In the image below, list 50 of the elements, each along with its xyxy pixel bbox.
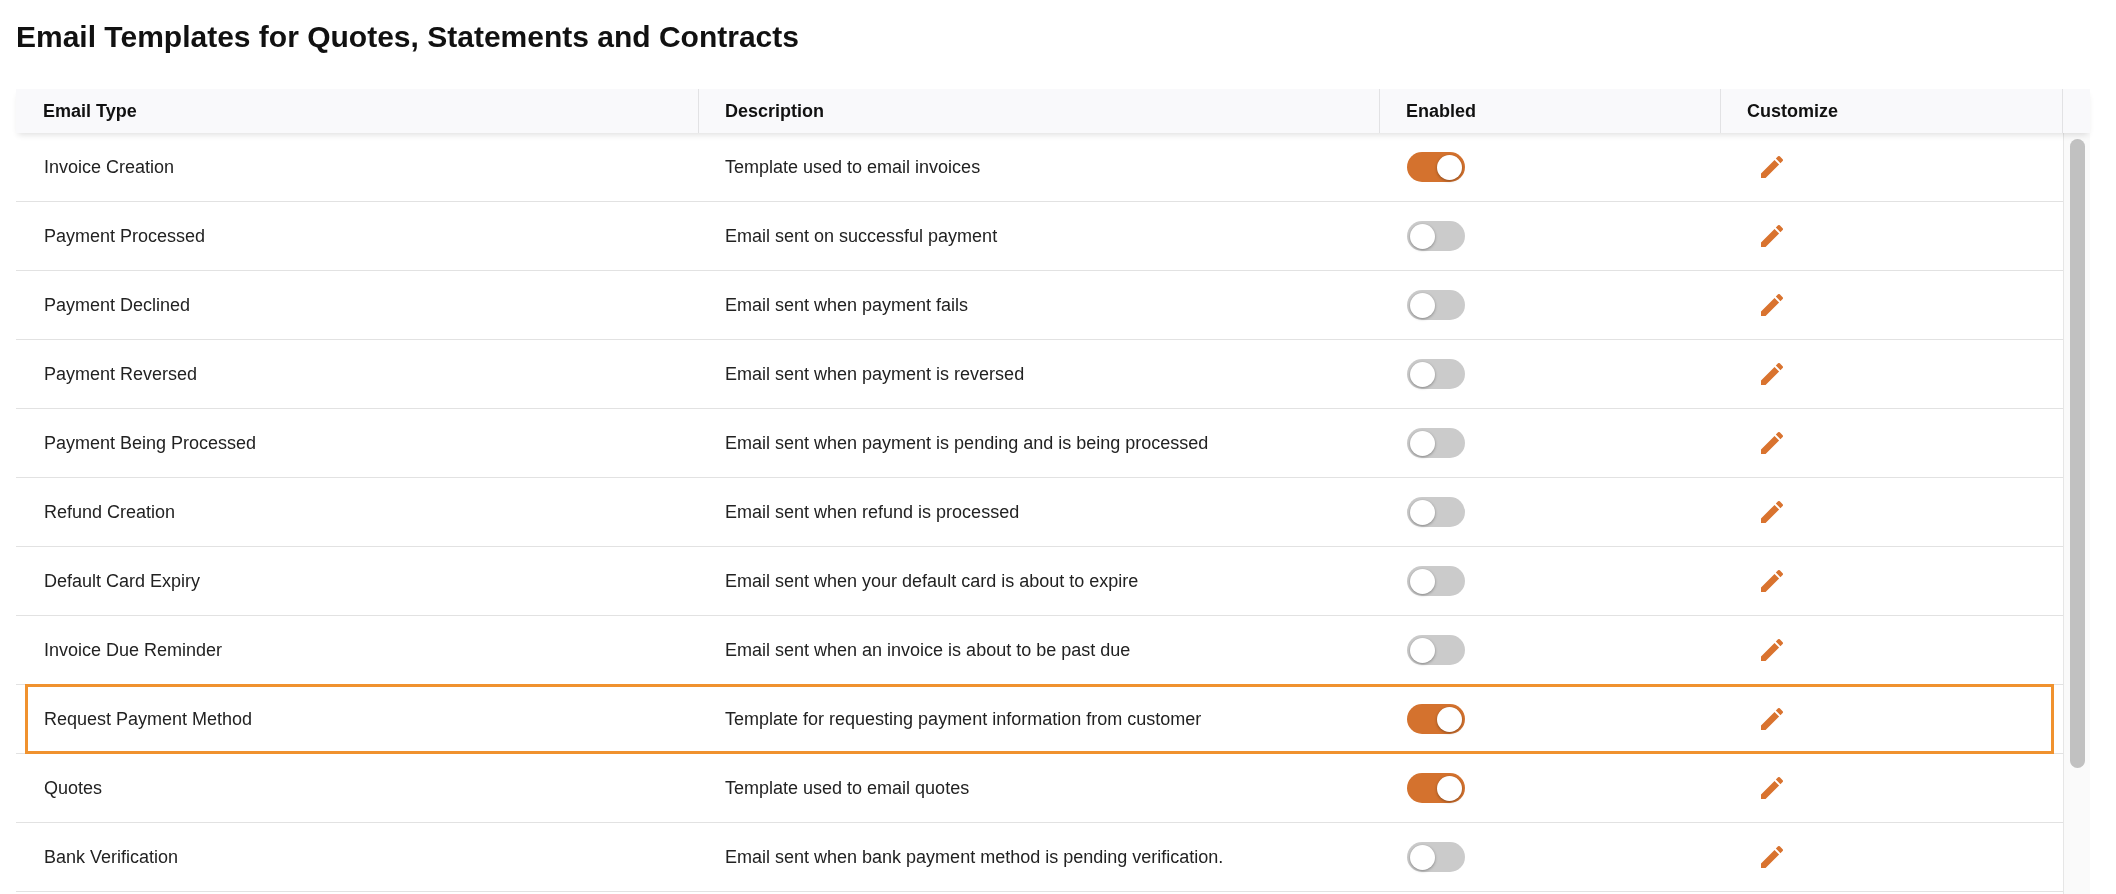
description-text: Template for requesting payment information from customer: [725, 708, 1202, 729]
email-type-label: Invoice Creation: [44, 156, 175, 177]
description-text: Email sent when payment is pending and is being processed: [725, 432, 1209, 453]
toggle-switch[interactable]: [1407, 773, 1465, 803]
page-title: Email Templates for Quotes, Statements and Contracts: [15, 19, 799, 55]
pencil-icon[interactable]: [1761, 501, 1783, 523]
pencil-icon[interactable]: [1761, 225, 1783, 247]
pencil-icon[interactable]: [1761, 294, 1783, 316]
toggle-switch[interactable]: [1407, 497, 1465, 527]
pencil-icon[interactable]: [1761, 777, 1783, 799]
pencil-icon[interactable]: [1761, 156, 1783, 178]
toggle-switch[interactable]: [1407, 842, 1465, 872]
email-type-label: Request Payment Method: [44, 708, 253, 729]
toggle-switch[interactable]: [1407, 152, 1465, 182]
email-type-label: Payment Being Processed: [44, 432, 257, 453]
description-text: Email sent when payment is reversed: [725, 363, 1025, 384]
toggle-switch[interactable]: [1407, 221, 1465, 251]
description-text: Email sent when your default card is about to expire: [725, 570, 1139, 591]
column-header: Enabled: [1406, 99, 1476, 123]
description-text: Email sent when refund is processed: [725, 501, 1020, 522]
column-header: Description: [725, 99, 825, 123]
email-type-label: Default Card Expiry: [44, 570, 201, 591]
description-text: Email sent on successful payment: [725, 225, 998, 246]
column-header: Email Type: [43, 99, 137, 123]
pencil-icon[interactable]: [1761, 363, 1783, 385]
email-type-label: Refund Creation: [44, 501, 176, 522]
email-type-label: Payment Declined: [44, 294, 191, 315]
email-type-label: Payment Reversed: [44, 363, 198, 384]
description-text: Email sent when an invoice is about to be past due: [725, 639, 1131, 660]
toggle-switch[interactable]: [1407, 635, 1465, 665]
toggle-switch[interactable]: [1407, 428, 1465, 458]
email-type-label: Bank Verification: [44, 846, 179, 867]
email-type-label: Payment Processed: [44, 225, 206, 246]
description-text: Template used to email quotes: [725, 777, 970, 798]
pencil-icon[interactable]: [1761, 639, 1783, 661]
scrollbar-thumb[interactable]: [2069, 139, 2085, 768]
toggle-switch[interactable]: [1407, 704, 1465, 734]
pencil-icon[interactable]: [1761, 570, 1783, 592]
toggle-switch[interactable]: [1407, 566, 1465, 596]
email-type-label: Invoice Due Reminder: [44, 639, 223, 660]
pencil-icon[interactable]: [1761, 846, 1783, 868]
pencil-icon[interactable]: [1761, 708, 1783, 730]
toggle-switch[interactable]: [1407, 290, 1465, 320]
description-text: Email sent when payment fails: [725, 294, 969, 315]
description-text: Email sent when bank payment method is pending verification.: [725, 846, 1224, 867]
description-text: Template used to email invoices: [725, 156, 981, 177]
column-header: Customize: [1747, 99, 1838, 123]
toggle-switch[interactable]: [1407, 359, 1465, 389]
email-type-label: Quotes: [44, 777, 103, 798]
pencil-icon[interactable]: [1761, 432, 1783, 454]
